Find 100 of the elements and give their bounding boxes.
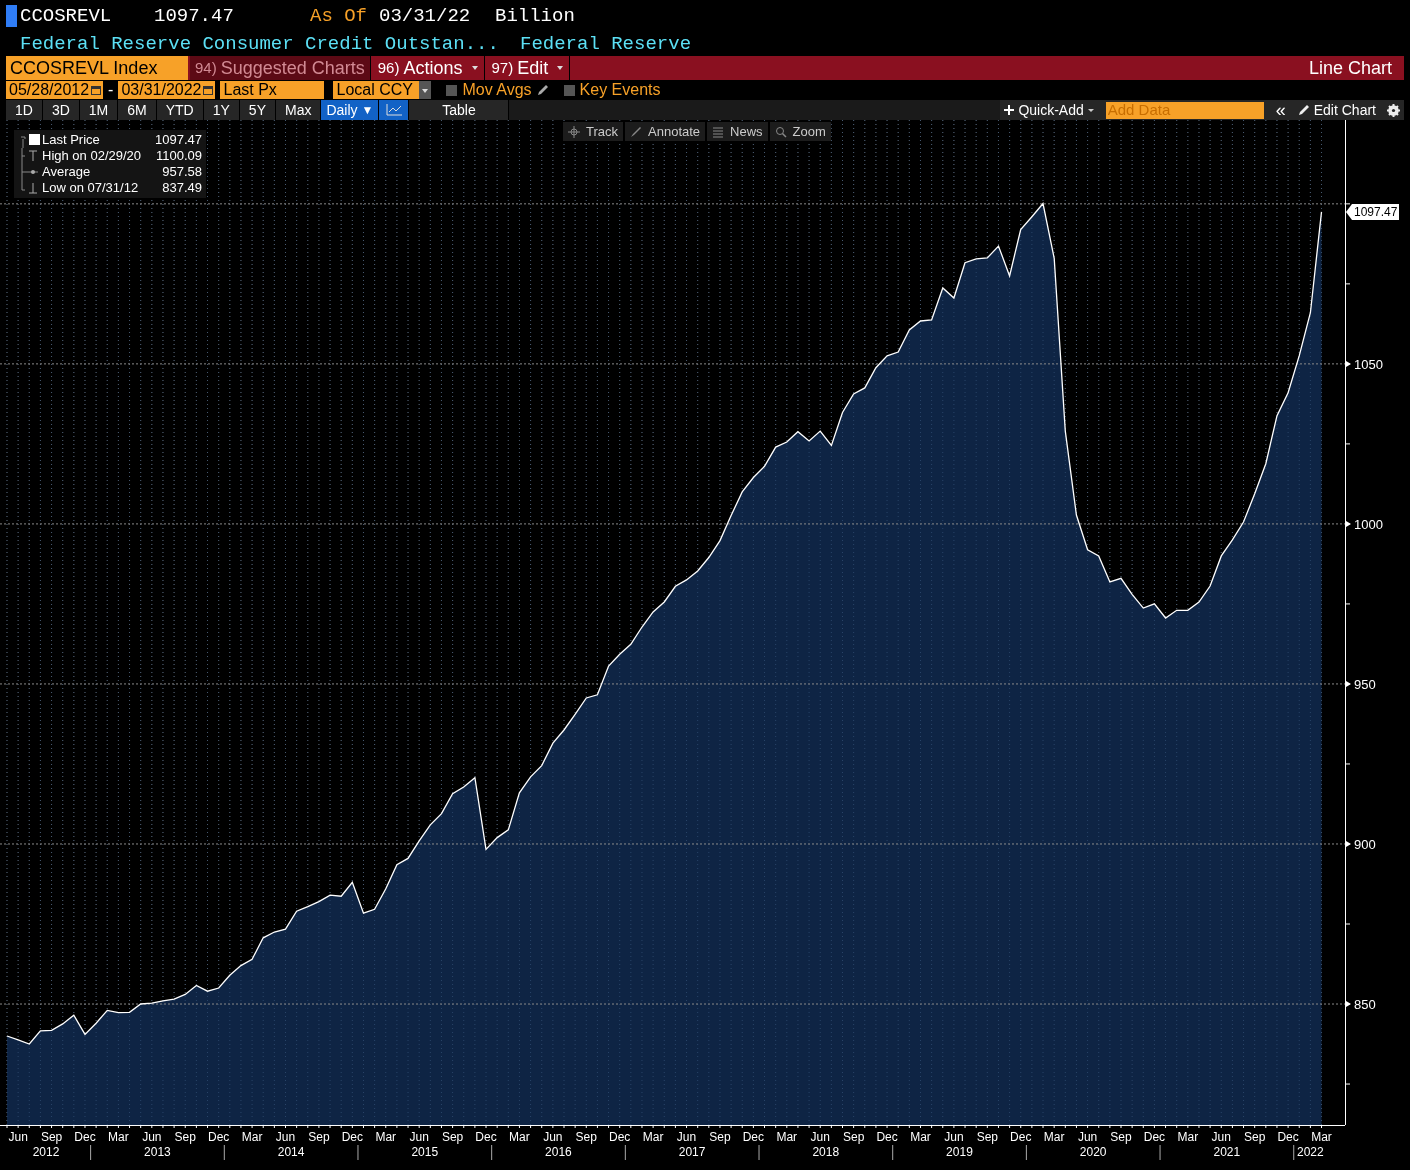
x-tick-label: Sep [441, 1130, 464, 1144]
x-tick-label: Sep [1244, 1130, 1266, 1144]
x-tick-label: Mar [108, 1130, 129, 1144]
x-tick-label: Jun [810, 1130, 830, 1144]
x-year-label: 2022 [1297, 1145, 1324, 1159]
x-tick-label: Sep [1110, 1130, 1132, 1144]
units-label: Billion [495, 3, 575, 29]
pencil-icon [536, 84, 549, 96]
x-tick-label: Jun [944, 1130, 964, 1144]
legend-label: High on 02/29/20 [42, 148, 143, 164]
x-tick-label: Dec [742, 1130, 765, 1144]
x-tick-label: Sep [709, 1130, 731, 1144]
legend-value: 837.49 [161, 180, 202, 196]
x-tick-label: Dec [1277, 1130, 1299, 1144]
x-tick-label: Sep [40, 1130, 63, 1144]
date-field[interactable]: 05/28/2012 [6, 81, 104, 99]
pointer-icon [1346, 203, 1352, 220]
pencil-icon [1297, 104, 1310, 116]
x-tick-label: Mar [1177, 1130, 1199, 1144]
x-tick-label: Mar [375, 1130, 397, 1144]
crosshair-icon [568, 125, 580, 138]
ticker-marker [6, 5, 17, 27]
x-tick-label: Jun [275, 1130, 296, 1144]
x-tick-label: Dec [1143, 1130, 1166, 1144]
date-field[interactable]: 03/31/2022 [118, 81, 216, 99]
x-tick-label: Jun [409, 1130, 429, 1144]
x-tick-label: Dec [475, 1130, 497, 1144]
x-year-label: 2021 [1213, 1145, 1241, 1159]
x-tick-label: Dec [208, 1130, 230, 1144]
x-year-label: 2012 [32, 1145, 60, 1159]
chart-tool-button[interactable]: Track [563, 122, 624, 141]
settings-icon [1386, 103, 1400, 117]
x-tick-label: Mar [509, 1130, 530, 1144]
frequency-dropdown[interactable]: Daily ▼ [321, 100, 380, 120]
legend-label: Average [42, 164, 92, 180]
y-tick-label: 850 [1354, 997, 1376, 1012]
checkbox-label[interactable]: Key Events [579, 78, 661, 102]
security-description: Federal Reserve Consumer Credit Outstan... [20, 31, 500, 57]
checkbox[interactable] [563, 84, 575, 96]
x-tick-label: Sep [308, 1130, 330, 1144]
legend-swatch-icon [18, 132, 42, 148]
as-of-date: 03/31/22 [379, 3, 472, 29]
chart-tool-button[interactable]: Zoom [769, 122, 831, 141]
x-tick-label: Mar [910, 1130, 931, 1144]
checkbox-label[interactable]: Mov Avgs [462, 78, 532, 102]
x-year-label: 2014 [277, 1145, 305, 1159]
x-tick-label: Mar [1043, 1130, 1065, 1144]
x-tick-label: Mar [642, 1130, 664, 1144]
y-tick-label: 950 [1354, 676, 1376, 692]
x-tick-label: Jun [543, 1130, 563, 1144]
x-tick-label: Jun [8, 1130, 28, 1144]
source-label: Federal Reserve [520, 31, 692, 57]
x-tick-label: Dec [1010, 1130, 1032, 1144]
chart-tool-button[interactable]: News [707, 122, 768, 141]
x-tick-label: Sep [575, 1130, 597, 1144]
line-chart-icon [385, 104, 402, 116]
x-tick-label: Mar [776, 1130, 798, 1144]
price-field[interactable]: Last Px [220, 81, 325, 99]
y-tick-label: 1050 [1354, 356, 1383, 372]
x-year-label: 2017 [678, 1145, 706, 1159]
legend-value: 1097.47 [154, 132, 202, 148]
pencil-icon [630, 125, 643, 138]
x-year-label: 2013 [144, 1145, 171, 1159]
last-price: 1097.47 [154, 3, 235, 29]
x-tick-label: Sep [976, 1130, 998, 1144]
x-tick-label: Dec [341, 1130, 363, 1144]
checkbox[interactable] [446, 84, 458, 96]
x-tick-label: Jun [142, 1130, 162, 1144]
dropdown-caret-icon [419, 81, 432, 99]
ticker-symbol: CCOSREVL [20, 3, 113, 29]
x-tick-label: Jun [676, 1130, 697, 1144]
x-tick-label: Mar [241, 1130, 263, 1144]
x-tick-label: Dec [74, 1130, 96, 1144]
x-tick-label: Dec [609, 1130, 631, 1144]
legend-label: Last Price [42, 132, 101, 148]
y-tick-label: 900 [1354, 837, 1376, 852]
x-tick-label: Sep [842, 1130, 865, 1144]
y-tick-label: 1000 [1354, 516, 1383, 532]
security-field[interactable]: CCOSREVL Index [6, 56, 188, 80]
as-of-label: As Of [310, 3, 367, 29]
calendar-icon [91, 85, 102, 95]
x-tick-label: Sep [174, 1130, 196, 1144]
x-year-label: 2020 [1079, 1145, 1107, 1159]
plus-icon [1004, 105, 1015, 115]
lines-icon [712, 125, 725, 138]
currency-dropdown[interactable]: Local CCY [333, 81, 432, 99]
chart-type-label: Line Chart [1307, 57, 1393, 80]
x-year-label: 2015 [411, 1145, 439, 1159]
legend-label: Low on 07/31/12 [42, 180, 140, 196]
x-tick-label: Dec [876, 1130, 898, 1144]
calendar-icon [203, 85, 214, 95]
chart-tool-button[interactable]: Annotate [625, 122, 706, 141]
range-separator: - [107, 80, 115, 100]
x-tick-label: Jun [1211, 1130, 1231, 1144]
legend-value: 1100.09 [154, 148, 202, 164]
x-tick-label: Jun [1077, 1130, 1098, 1144]
x-year-label: 2016 [545, 1145, 572, 1159]
x-year-label: 2019 [946, 1145, 973, 1159]
legend-value: 957.58 [161, 164, 202, 180]
chart-view-button[interactable] [379, 100, 410, 120]
